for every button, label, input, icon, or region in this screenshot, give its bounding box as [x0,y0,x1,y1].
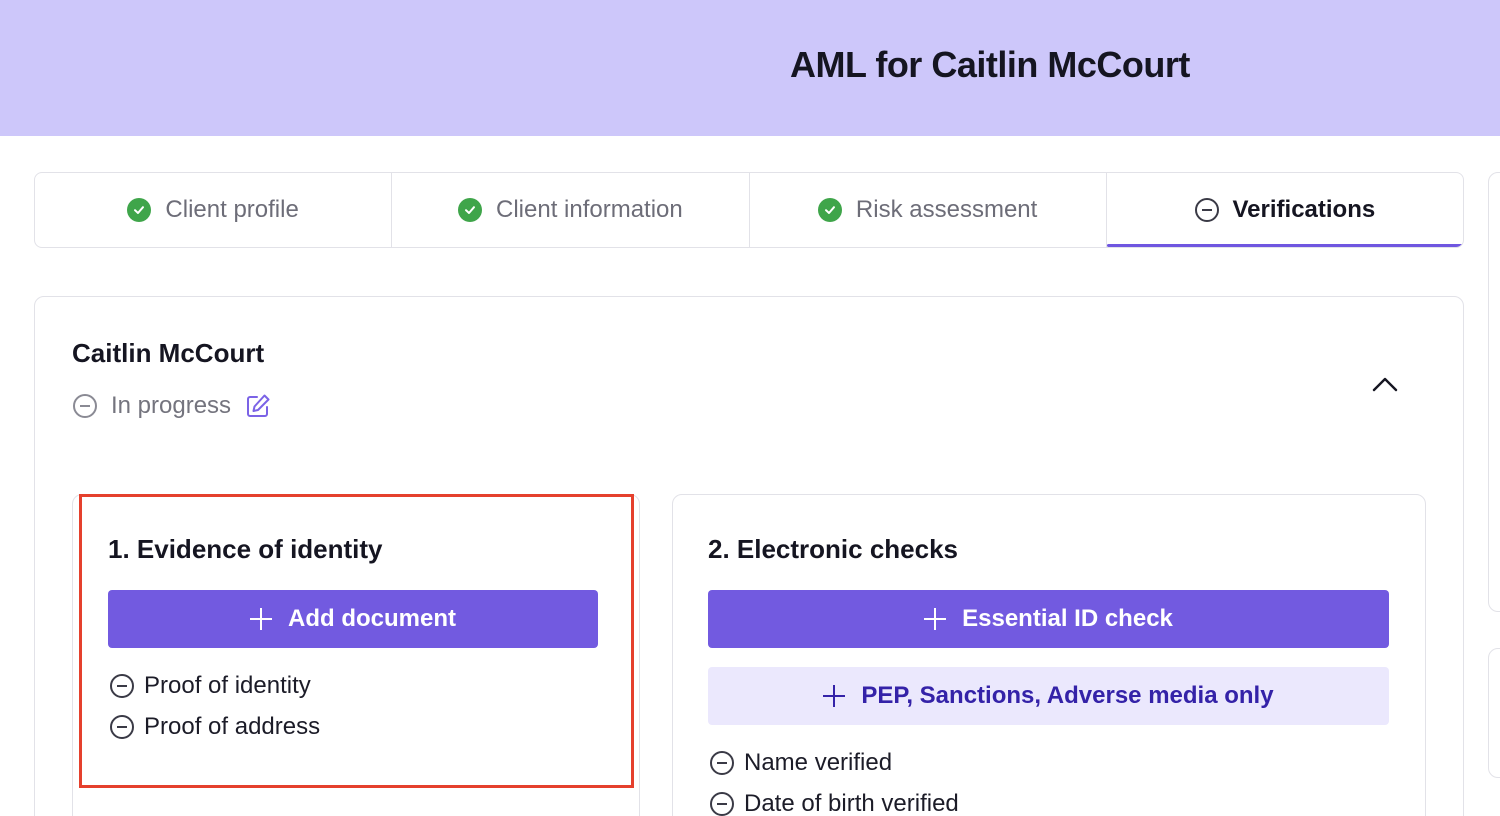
client-status: In progress [73,392,271,420]
step-tabs: Client profile Client information Risk a… [34,172,1464,248]
page-title: AML for Caitlin McCourt [790,44,1190,85]
minus-circle-icon [710,751,734,775]
list-item: Proof of address [110,713,320,741]
add-document-button[interactable]: Add document [108,590,598,648]
item-label: Date of birth verified [744,790,959,816]
tab-label: Risk assessment [855,196,1038,223]
edit-icon[interactable] [245,393,271,419]
side-panel [1488,172,1500,612]
side-panel [1488,648,1500,778]
minus-circle-icon [710,792,734,816]
pep-sanctions-button[interactable]: PEP, Sanctions, Adverse media only [708,667,1389,725]
plus-icon [250,608,272,630]
check-circle-icon [817,198,842,222]
pep-sanctions-label: PEP, Sanctions, Adverse media only [861,682,1274,709]
chevron-up-icon[interactable] [1370,372,1400,396]
tab-label: Client information [496,196,683,223]
status-text: In progress [111,392,232,419]
check-circle-icon [127,198,152,222]
add-document-label: Add document [288,605,456,632]
tab-risk-assessment[interactable]: Risk assessment [750,173,1107,247]
tab-label: Verifications [1232,196,1376,223]
tab-label: Client profile [165,196,299,223]
minus-circle-icon [110,674,134,698]
essential-id-check-label: Essential ID check [962,605,1173,632]
check-circle-icon [458,198,482,222]
list-item: Proof of identity [110,672,311,700]
item-label: Proof of address [144,713,321,740]
minus-circle-icon [73,394,97,418]
header-bar: AML for Caitlin McCourt [0,0,1500,136]
list-item: Date of birth verified [710,790,959,816]
tab-client-profile[interactable]: Client profile [35,173,393,247]
list-item: Name verified [710,749,892,777]
plus-icon [924,608,947,630]
section-title-identity: 1. Evidence of identity [108,534,383,564]
plus-icon [823,685,846,707]
minus-circle-icon [1194,198,1219,222]
essential-id-check-button[interactable]: Essential ID check [708,590,1389,648]
minus-circle-icon [110,715,134,739]
tab-client-information[interactable]: Client information [392,173,750,247]
section-title-electronic: 2. Electronic checks [708,534,959,564]
tab-verifications[interactable]: Verifications [1106,173,1463,247]
client-name: Caitlin McCourt [72,338,265,368]
item-label: Proof of identity [144,672,311,699]
item-label: Name verified [744,749,893,776]
